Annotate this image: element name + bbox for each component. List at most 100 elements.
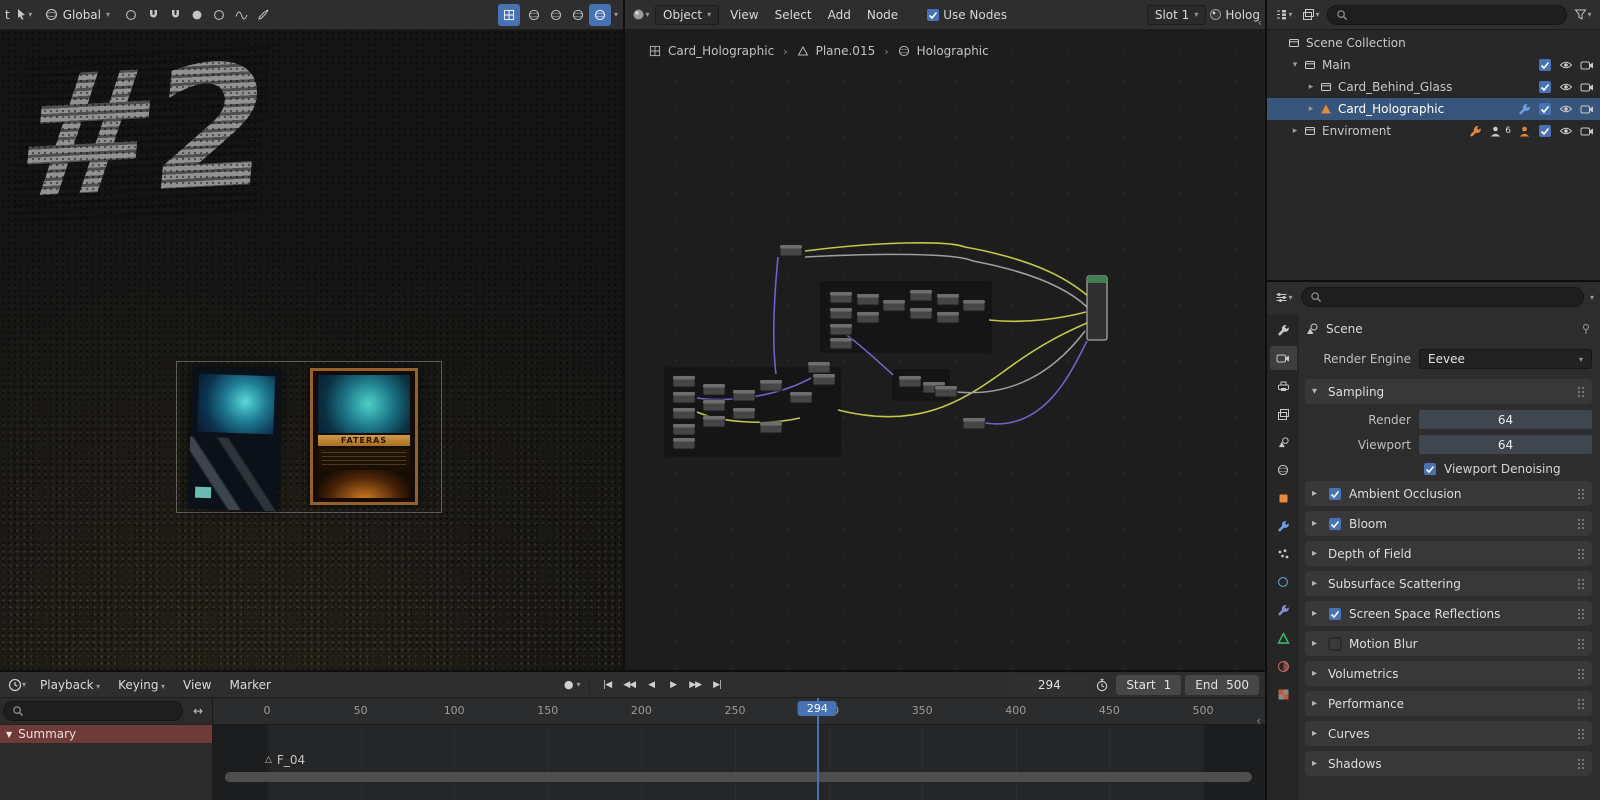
snap-magnet[interactable] — [142, 3, 164, 25]
number-field[interactable]: 64 — [1419, 435, 1592, 454]
breadcrumb-item[interactable]: Holographic — [917, 44, 989, 58]
panel-curves[interactable]: ▸ Curves — [1305, 721, 1592, 746]
timeline-menu-playback[interactable]: Playback ▾ — [32, 675, 108, 695]
proportional-edit[interactable] — [186, 4, 208, 26]
checkbox-checked[interactable] — [1328, 517, 1342, 531]
region-collapse-icon[interactable]: ‹ — [1256, 714, 1261, 728]
eye-icon[interactable] — [1559, 124, 1573, 138]
outliner-search-input[interactable] — [1327, 4, 1567, 25]
panel-sampling[interactable]: ▾ Sampling — [1305, 379, 1592, 404]
shader-node-header[interactable] — [790, 392, 812, 396]
slot-dropdown[interactable]: Slot 1 ▾ — [1146, 4, 1207, 25]
breadcrumb-item[interactable]: Plane.015 — [816, 44, 876, 58]
shader-node-header[interactable] — [935, 386, 957, 390]
channel-f04[interactable]: △ F_04 — [265, 753, 305, 767]
cursor-tool-icon[interactable]: ▾ — [13, 4, 35, 26]
properties-tab-view_layer[interactable] — [1270, 402, 1297, 426]
eye-icon[interactable] — [1559, 80, 1573, 94]
play-reverse-button[interactable]: ◀ — [641, 675, 661, 695]
properties-tab-constraints[interactable] — [1270, 598, 1297, 622]
outliner-row[interactable]: ▸ Card_Behind_Glass — [1267, 76, 1600, 98]
shader-node-header[interactable] — [830, 292, 852, 296]
card-object-left[interactable] — [187, 366, 283, 512]
timeline-menu-marker[interactable]: Marker — [221, 675, 278, 695]
channel-search-input[interactable] — [3, 701, 183, 721]
shader-node-header[interactable] — [883, 300, 905, 304]
timeline-menu-keying[interactable]: Keying ▾ — [110, 675, 173, 695]
cam-icon[interactable] — [1580, 124, 1594, 138]
breadcrumb-item[interactable]: Card_Holographic — [668, 44, 774, 58]
properties-tab-texture[interactable] — [1270, 682, 1297, 706]
check-icon[interactable] — [1538, 124, 1552, 138]
region-collapse-icon[interactable]: ‹ — [1258, 16, 1263, 29]
proportional-falloff[interactable] — [208, 4, 230, 26]
shader-node-header[interactable] — [830, 338, 852, 342]
disclosure-right-icon[interactable]: ▸ — [1312, 608, 1321, 619]
falloff-wave[interactable] — [230, 3, 252, 25]
menu-node[interactable]: Node — [859, 5, 906, 25]
shader-node-header[interactable] — [899, 376, 921, 380]
shading-dropdown-caret[interactable]: ▾ — [614, 10, 618, 19]
shading-rendered-button[interactable] — [588, 3, 611, 26]
stopwatch-icon[interactable] — [1095, 678, 1109, 692]
properties-tab-output[interactable] — [1270, 374, 1297, 398]
shader-node-header[interactable] — [963, 300, 985, 304]
next-keyframe-button[interactable]: ▶▶ — [685, 675, 705, 695]
person-orange-icon[interactable] — [1518, 125, 1531, 138]
node-graph[interactable] — [625, 30, 1265, 670]
disclosure-right-icon[interactable]: ▸ — [1305, 104, 1317, 114]
checkbox-checked[interactable] — [1328, 607, 1342, 621]
disclosure-right-icon[interactable]: ▸ — [1312, 548, 1321, 559]
panel-shadows[interactable]: ▸ Shadows — [1305, 751, 1592, 776]
shader-node-header[interactable] — [733, 408, 755, 412]
disclosure-right-icon[interactable]: ▸ — [1305, 82, 1317, 92]
channel-summary[interactable]: ▼ Summary — [0, 725, 212, 743]
checkbox-checked[interactable] — [1328, 487, 1342, 501]
use-nodes-checkbox[interactable] — [926, 8, 940, 22]
viewport-canvas[interactable]: #2 FATERAS — [0, 27, 623, 670]
disclosure-down-icon[interactable]: ▼ — [6, 730, 12, 739]
panel-bloom[interactable]: ▸ Bloom — [1305, 511, 1592, 536]
disclosure-right-icon[interactable]: ▸ — [1312, 668, 1321, 679]
editor-type-dropdown[interactable]: ▾ — [1273, 4, 1295, 26]
disclosure-right-icon[interactable]: ▸ — [1312, 758, 1321, 769]
current-frame-field[interactable]: 294 — [1010, 674, 1089, 695]
disclosure-right-icon[interactable]: ▸ — [1312, 698, 1321, 709]
cam-icon[interactable] — [1580, 102, 1594, 116]
outliner-row[interactable]: ▾ Main — [1267, 54, 1600, 76]
eye-icon[interactable] — [1559, 58, 1573, 72]
overlays-toggle[interactable] — [497, 3, 520, 26]
properties-tab-data[interactable] — [1270, 626, 1297, 650]
shader-node-header[interactable] — [923, 382, 945, 386]
shader-node-header[interactable] — [703, 384, 725, 388]
play-button[interactable]: ▶ — [663, 675, 683, 695]
properties-tab-modifiers[interactable] — [1270, 514, 1297, 538]
shader-mode-dropdown[interactable]: Object ▾ — [655, 4, 720, 25]
shader-node-header[interactable] — [703, 400, 725, 404]
transform-gizmo[interactable] — [120, 4, 142, 26]
shader-node-header[interactable] — [673, 438, 695, 442]
outliner-row[interactable]: ▸ Enviroment 6 — [1267, 120, 1600, 142]
properties-tab-world[interactable] — [1270, 458, 1297, 482]
panel-subsurface-scattering[interactable]: ▸ Subsurface Scattering — [1305, 571, 1592, 596]
properties-tab-scene[interactable] — [1270, 430, 1297, 454]
wrench-orange-icon[interactable] — [1469, 125, 1482, 138]
editor-type-dropdown[interactable]: ▾ — [630, 4, 652, 26]
editor-type-dropdown[interactable]: ▾ — [6, 674, 28, 696]
shader-node-header[interactable] — [937, 294, 959, 298]
checkbox-unchecked[interactable] — [1328, 637, 1342, 651]
expand-channels-button[interactable]: ↔ — [187, 700, 209, 722]
shader-node-header[interactable] — [937, 312, 959, 316]
material-output-header[interactable] — [1087, 276, 1107, 283]
editor-type-dropdown[interactable]: ▾ — [1273, 286, 1295, 308]
disclosure-down-icon[interactable]: ▾ — [1312, 386, 1321, 397]
number-field[interactable]: 64 — [1419, 410, 1592, 429]
panel-screen-space-reflections[interactable]: ▸ Screen Space Reflections — [1305, 601, 1592, 626]
disclosure-right-icon[interactable]: ▸ — [1312, 728, 1321, 739]
header-menu-caret[interactable]: ▾ — [1590, 293, 1594, 302]
eye-icon[interactable] — [1559, 102, 1573, 116]
panel-depth-of-field[interactable]: ▸ Depth of Field — [1305, 541, 1592, 566]
shader-node-header[interactable] — [830, 308, 852, 312]
shader-node-header[interactable] — [673, 392, 695, 396]
shader-node-header[interactable] — [808, 362, 830, 366]
